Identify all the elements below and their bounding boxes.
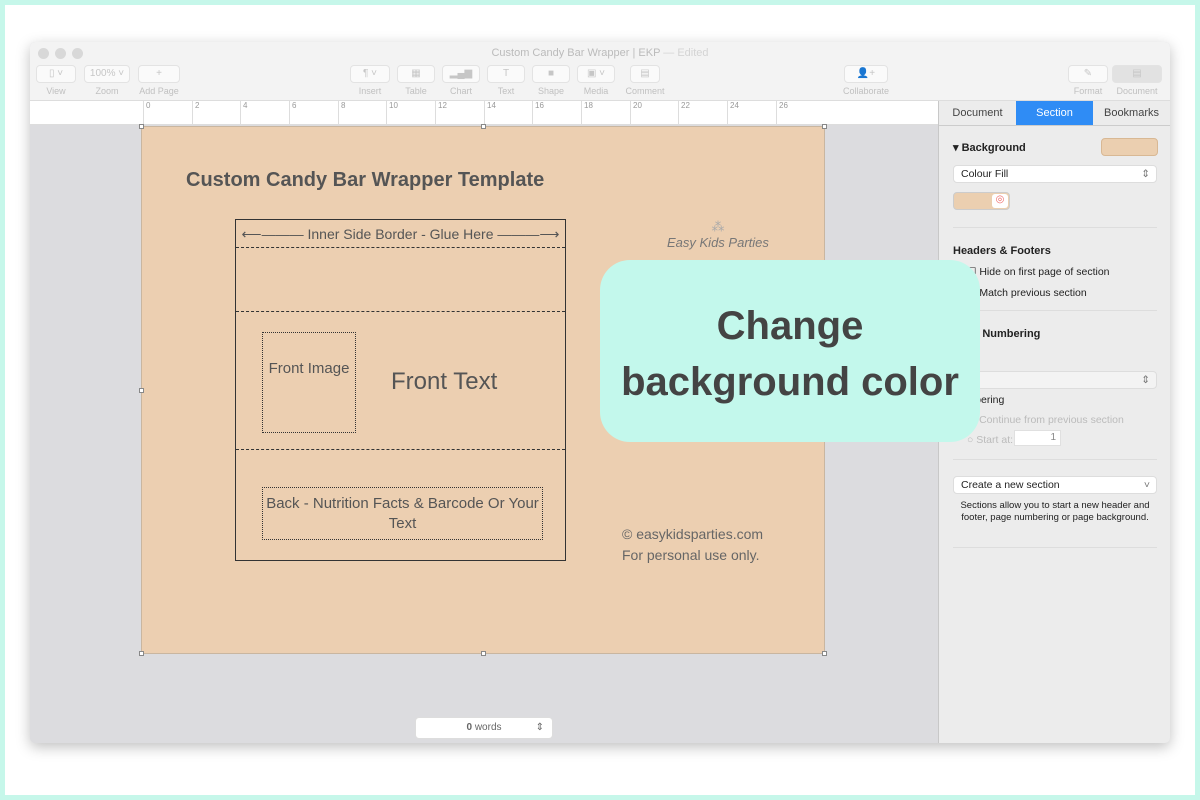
copyright: © easykidsparties.com For personal use on… [622,526,764,563]
format-button[interactable]: ✎ Format [1068,65,1108,96]
resize-handle[interactable] [822,124,827,129]
callout-overlay: Change background color [600,260,980,442]
headers-footers-heading: Headers & Footers [953,245,1051,257]
logo: ⁂ Easy Kids Parties [667,219,769,250]
start-at-field[interactable]: 1 [1014,430,1061,446]
resize-handle[interactable] [822,651,827,656]
front-image-box: Front Image [262,332,356,433]
tab-document[interactable]: Document [939,101,1016,125]
resize-handle[interactable] [139,651,144,656]
brush-icon: ✎ [1068,65,1108,83]
ruler-tick: 10 [386,101,398,125]
tab-bookmarks[interactable]: Bookmarks [1093,101,1170,125]
collaborate-button[interactable]: 👤+ Collaborate [838,65,894,96]
resize-handle[interactable] [139,124,144,129]
media-button[interactable]: ▣ ˅ Media [577,65,615,96]
continue-radio[interactable]: ◉ Continue from previous section [967,414,1124,426]
color-swatch[interactable]: ◎ [953,192,1010,210]
window-title: Custom Candy Bar Wrapper | EKP — Edited [491,47,709,59]
resize-handle[interactable] [481,651,486,656]
stepper-icon: ⇕ [535,722,544,733]
view-button[interactable]: ▯ ˅ View [36,65,76,96]
ruler-tick: 26 [776,101,788,125]
match-previous-checkbox[interactable]: ☐ Match previous section [967,287,1087,299]
updown-icon: ⇕ [1141,168,1150,180]
create-section-button[interactable]: Create a new section ˅ [953,476,1157,494]
start-at-radio[interactable]: ○ Start at: [967,434,1013,446]
ruler-tick: 2 [192,101,199,125]
resize-handle[interactable] [139,388,144,393]
dashed-line [236,247,565,248]
table-button[interactable]: ▦ Table [397,65,435,96]
text-icon: T [487,65,525,83]
confetti-icon: ⁂ [711,219,725,234]
chart-icon: ▂▄▆ [442,65,480,83]
document-button[interactable]: ▤ Document [1112,65,1162,96]
sections-help-text: Sections allow you to start a new header… [960,500,1150,523]
fill-type-select[interactable]: Colour Fill ⇕ [953,165,1157,183]
add-page-button[interactable]: + Add Page [138,65,180,96]
dashed-line [236,449,565,450]
toolbar: Custom Candy Bar Wrapper | EKP — Edited … [30,42,1170,101]
plus-icon: + [138,65,180,83]
collaborate-icon: 👤+ [844,65,888,83]
ruler-tick: 0 [143,101,150,125]
wrapper-outline: ⟵——— Inner Side Border - Glue Here ———⟶ … [235,219,566,561]
template-title: Custom Candy Bar Wrapper Template [186,169,545,191]
ruler-tick: 4 [240,101,247,125]
back-text-box: Back - Nutrition Facts & Barcode Or Your… [262,487,543,540]
color-wheel-icon: ◎ [992,194,1008,208]
resize-handle[interactable] [481,124,486,129]
ruler-tick: 20 [630,101,642,125]
shape-button[interactable]: ■ Shape [532,65,570,96]
word-count[interactable]: 0 words ⇕ [415,717,553,739]
ruler-tick: 18 [581,101,593,125]
numbering-format-select[interactable]: 1⇕ [953,371,1157,389]
ruler-tick: 12 [435,101,447,125]
ruler-tick: 8 [338,101,345,125]
insert-button[interactable]: ¶ ˅ Insert [350,65,390,96]
inner-border-label: ⟵——— Inner Side Border - Glue Here ———⟶ [241,226,560,242]
shape-icon: ■ [532,65,570,83]
chevron-down-icon: ˅ [1143,479,1150,491]
zoom-select[interactable]: 100% ˅ Zoom [84,65,130,96]
background-heading[interactable]: ▾ Background [953,141,1026,154]
chart-button[interactable]: ▂▄▆ Chart [442,65,480,96]
tab-section[interactable]: Section [1016,101,1093,125]
ruler-tick: 22 [678,101,690,125]
dashed-line [236,311,565,312]
front-text: Front Text [391,368,498,395]
document-icon: ▤ [1112,65,1162,83]
background-color-well[interactable] [1101,138,1158,156]
comment-icon: ▤ [630,65,660,83]
hide-first-checkbox[interactable]: ☐ Hide on first page of section [967,266,1110,278]
ruler-tick: 16 [532,101,544,125]
ruler-tick: 24 [727,101,739,125]
table-icon: ▦ [397,65,435,83]
ruler: 0 2 4 6 8 10 12 14 16 18 20 22 24 26 [30,101,938,125]
text-button[interactable]: T Text [487,65,525,96]
comment-button[interactable]: ▤ Comment [622,65,668,96]
ruler-tick: 14 [484,101,496,125]
media-icon: ▣ ˅ [577,65,615,83]
ruler-tick: 6 [289,101,296,125]
